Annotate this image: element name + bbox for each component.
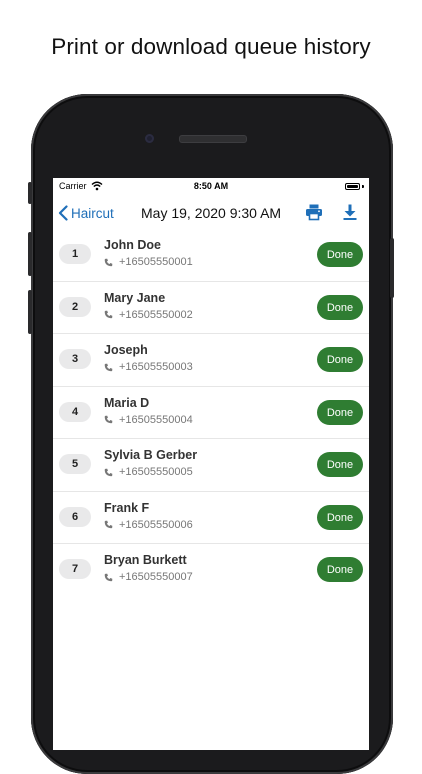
navigation-bar: Haircut May 19, 2020 9:30 AM: [53, 196, 369, 232]
status-bar: Carrier 8:50 AM: [53, 178, 369, 196]
phone-icon: [104, 520, 113, 529]
done-button[interactable]: Done: [317, 347, 363, 372]
customer-name: Frank F: [104, 500, 150, 515]
done-button[interactable]: Done: [317, 504, 363, 530]
phone-icon: [104, 468, 113, 476]
phone-icon: [104, 415, 113, 424]
position-badge: 1: [59, 244, 91, 264]
download-icon[interactable]: [341, 203, 359, 221]
battery-nub: [362, 185, 364, 188]
position-badge: 4: [59, 401, 91, 422]
chevron-left-icon: [58, 205, 68, 221]
customer-name: Bryan Burkett: [104, 553, 187, 567]
position-badge: 3: [59, 349, 91, 369]
mute-switch: [28, 182, 32, 204]
queue-row: 7 Bryan Burkett +16505550007 Done: [53, 544, 369, 597]
customer-phone: +16505550007: [104, 571, 193, 583]
customer-name: Joseph: [104, 343, 148, 357]
phone-number: +16505550007: [119, 571, 193, 583]
queue-row: 6 Frank F +16505550006 Done: [53, 492, 369, 544]
earpiece-speaker: [179, 135, 247, 143]
customer-name: Mary Jane: [104, 290, 166, 305]
done-button[interactable]: Done: [317, 557, 363, 582]
app-screen: Carrier 8:50 AM Haircut May 19, 2020 9:3…: [53, 178, 369, 750]
queue-row: 4 Maria D +16505550004 Done: [53, 387, 369, 439]
customer-name: John Doe: [104, 238, 161, 252]
customer-phone: +16505550005: [104, 466, 193, 478]
phone-number: +16505550006: [119, 518, 193, 531]
position-badge: 5: [59, 454, 91, 474]
print-icon[interactable]: [305, 203, 323, 221]
phone-number: +16505550001: [119, 256, 193, 268]
page-title: May 19, 2020 9:30 AM: [141, 205, 282, 221]
customer-name: Sylvia B Gerber: [104, 448, 198, 462]
phone-icon: [104, 573, 113, 581]
phone-number: +16505550004: [119, 413, 193, 426]
phone-number: +16505550005: [119, 466, 193, 478]
customer-phone: +16505550002: [104, 309, 193, 321]
phone-number: +16505550002: [119, 308, 193, 321]
customer-phone: +16505550006: [104, 519, 193, 531]
customer-phone: +16505550004: [104, 414, 193, 426]
position-badge: 6: [59, 506, 91, 527]
queue-list: 1 John Doe +16505550001 Done 2 Mary Jane…: [53, 229, 369, 597]
status-time: 8:50 AM: [193, 181, 229, 191]
volume-up-button: [28, 232, 32, 276]
customer-phone: +16505550003: [104, 361, 193, 373]
phone-icon: [104, 258, 113, 266]
done-button[interactable]: Done: [317, 242, 363, 267]
customer-name: Maria D: [104, 395, 150, 410]
back-button[interactable]: Haircut: [58, 202, 114, 224]
power-button: [390, 238, 394, 298]
front-camera: [145, 134, 154, 143]
position-badge: 2: [59, 296, 91, 317]
queue-row: 1 John Doe +16505550001 Done: [53, 229, 369, 282]
done-button[interactable]: Done: [317, 294, 363, 320]
position-badge: 7: [59, 559, 91, 579]
phone-number: +16505550003: [119, 361, 193, 373]
back-label: Haircut: [71, 205, 114, 221]
volume-down-button: [28, 290, 32, 334]
marketing-caption: Print or download queue history: [51, 34, 371, 59]
queue-row: 5 Sylvia B Gerber +16505550005 Done: [53, 439, 369, 492]
done-button[interactable]: Done: [317, 452, 363, 477]
queue-row: 3 Joseph +16505550003 Done: [53, 334, 369, 387]
customer-phone: +16505550001: [104, 256, 193, 268]
done-button[interactable]: Done: [317, 399, 363, 425]
battery-icon: [345, 183, 360, 190]
phone-icon: [104, 310, 113, 319]
phone-icon: [104, 363, 113, 371]
queue-row: 2 Mary Jane +16505550002 Done: [53, 282, 369, 334]
